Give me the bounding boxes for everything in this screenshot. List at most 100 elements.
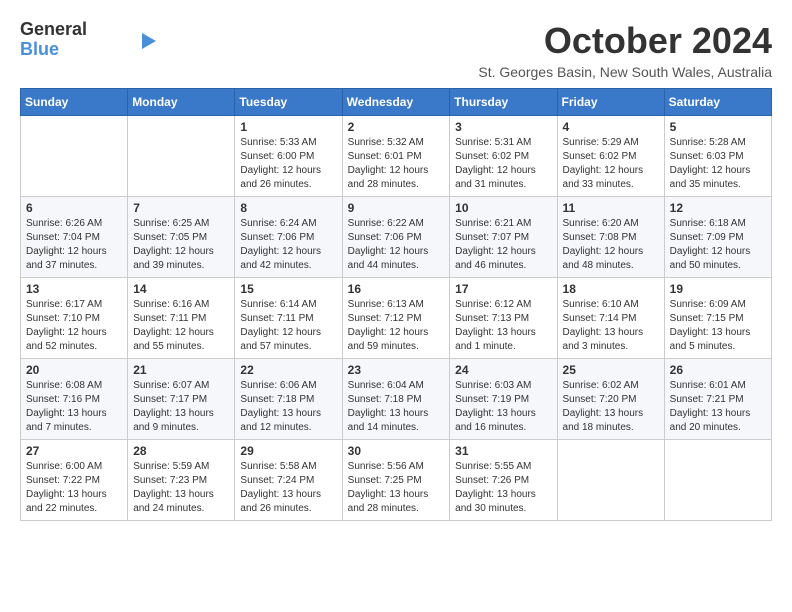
calendar-cell: 21 Sunrise: 6:07 AM Sunset: 7:17 PM Dayli… [128, 359, 235, 440]
calendar-cell: 25 Sunrise: 6:02 AM Sunset: 7:20 PM Dayli… [557, 359, 664, 440]
day-number: 22 [240, 363, 336, 377]
day-info: Sunrise: 5:28 AM Sunset: 6:03 PM Dayligh… [670, 136, 766, 192]
calendar-cell: 29 Sunrise: 5:58 AM Sunset: 7:24 PM Dayli… [235, 440, 342, 521]
day-info: Sunrise: 5:33 AM Sunset: 6:00 PM Dayligh… [240, 136, 336, 192]
calendar-cell: 15Sunrise: 6:14 AM Sunset: 7:11 PM Dayli… [235, 278, 342, 359]
calendar-cell: 24Sunrise: 6:03 AM Sunset: 7:19 PM Dayli… [450, 359, 557, 440]
day-info: Sunrise: 5:31 AM Sunset: 6:02 PM Dayligh… [455, 136, 551, 192]
calendar-cell: 10Sunrise: 6:21 AM Sunset: 7:07 PM Dayli… [450, 197, 557, 278]
calendar-cell: 7 Sunrise: 6:25 AM Sunset: 7:05 PM Daylig… [128, 197, 235, 278]
day-number: 14 [133, 282, 229, 296]
day-info: Sunrise: 6:16 AM Sunset: 7:11 PM Dayligh… [133, 298, 229, 354]
day-number: 5 [670, 120, 766, 134]
day-info: Sunrise: 6:09 AM Sunset: 7:15 PM Dayligh… [670, 298, 766, 354]
day-number: 21 [133, 363, 229, 377]
calendar-cell: 11 Sunrise: 6:20 AM Sunset: 7:08 PM Dayli… [557, 197, 664, 278]
logo-line2: Blue [20, 40, 87, 60]
day-info: Sunrise: 6:22 AM Sunset: 7:06 PM Dayligh… [348, 217, 445, 273]
day-of-week-header: Thursday [450, 89, 557, 116]
calendar-cell: 3 Sunrise: 5:31 AM Sunset: 6:02 PM Daylig… [450, 116, 557, 197]
logo: General Blue [20, 20, 156, 60]
day-number: 30 [348, 444, 445, 458]
calendar-cell: 12 Sunrise: 6:18 AM Sunset: 7:09 PM Dayli… [664, 197, 771, 278]
day-info: Sunrise: 6:26 AM Sunset: 7:04 PM Dayligh… [26, 217, 122, 273]
day-info: Sunrise: 6:06 AM Sunset: 7:18 PM Dayligh… [240, 379, 336, 435]
calendar-cell: 6Sunrise: 6:26 AM Sunset: 7:04 PM Daylig… [21, 197, 128, 278]
day-number: 29 [240, 444, 336, 458]
day-info: Sunrise: 5:29 AM Sunset: 6:02 PM Dayligh… [563, 136, 659, 192]
day-number: 18 [563, 282, 659, 296]
day-number: 1 [240, 120, 336, 134]
calendar-cell: 19 Sunrise: 6:09 AM Sunset: 7:15 PM Dayli… [664, 278, 771, 359]
day-info: Sunrise: 6:08 AM Sunset: 7:16 PM Dayligh… [26, 379, 122, 435]
day-number: 8 [240, 201, 336, 215]
calendar-cell: 22 Sunrise: 6:06 AM Sunset: 7:18 PM Dayli… [235, 359, 342, 440]
day-number: 19 [670, 282, 766, 296]
day-info: Sunrise: 6:02 AM Sunset: 7:20 PM Dayligh… [563, 379, 659, 435]
calendar-cell: 16 Sunrise: 6:13 AM Sunset: 7:12 PM Dayli… [342, 278, 450, 359]
month-title: October 2024 [478, 20, 772, 62]
day-number: 16 [348, 282, 445, 296]
calendar-cell: 4Sunrise: 5:29 AM Sunset: 6:02 PM Daylig… [557, 116, 664, 197]
day-info: Sunrise: 6:04 AM Sunset: 7:18 PM Dayligh… [348, 379, 445, 435]
day-of-week-header: Saturday [664, 89, 771, 116]
day-number: 15 [240, 282, 336, 296]
day-info: Sunrise: 6:20 AM Sunset: 7:08 PM Dayligh… [563, 217, 659, 273]
day-info: Sunrise: 6:01 AM Sunset: 7:21 PM Dayligh… [670, 379, 766, 435]
day-info: Sunrise: 6:13 AM Sunset: 7:12 PM Dayligh… [348, 298, 445, 354]
day-number: 12 [670, 201, 766, 215]
day-number: 23 [348, 363, 445, 377]
calendar-cell [664, 440, 771, 521]
day-number: 3 [455, 120, 551, 134]
day-info: Sunrise: 6:25 AM Sunset: 7:05 PM Dayligh… [133, 217, 229, 273]
calendar-cell [557, 440, 664, 521]
day-number: 11 [563, 201, 659, 215]
calendar-cell: 17 Sunrise: 6:12 AM Sunset: 7:13 PM Dayli… [450, 278, 557, 359]
calendar-header: SundayMondayTuesdayWednesdayThursdayFrid… [21, 89, 772, 116]
calendar-week-row: 1 Sunrise: 5:33 AM Sunset: 6:00 PM Daylig… [21, 116, 772, 197]
calendar-cell: 27 Sunrise: 6:00 AM Sunset: 7:22 PM Dayli… [21, 440, 128, 521]
calendar-cell: 23 Sunrise: 6:04 AM Sunset: 7:18 PM Dayli… [342, 359, 450, 440]
logo-line1: General [20, 20, 87, 40]
day-number: 26 [670, 363, 766, 377]
day-of-week-header: Wednesday [342, 89, 450, 116]
day-info: Sunrise: 6:00 AM Sunset: 7:22 PM Dayligh… [26, 460, 122, 516]
calendar-cell: 2Sunrise: 5:32 AM Sunset: 6:01 PM Daylig… [342, 116, 450, 197]
day-info: Sunrise: 6:24 AM Sunset: 7:06 PM Dayligh… [240, 217, 336, 273]
logo-arrow-icon [142, 33, 156, 49]
day-info: Sunrise: 6:18 AM Sunset: 7:09 PM Dayligh… [670, 217, 766, 273]
day-number: 31 [455, 444, 551, 458]
day-number: 25 [563, 363, 659, 377]
calendar-week-row: 20 Sunrise: 6:08 AM Sunset: 7:16 PM Dayli… [21, 359, 772, 440]
day-number: 13 [26, 282, 122, 296]
calendar-cell: 20 Sunrise: 6:08 AM Sunset: 7:16 PM Dayli… [21, 359, 128, 440]
calendar-cell: 1 Sunrise: 5:33 AM Sunset: 6:00 PM Daylig… [235, 116, 342, 197]
day-info: Sunrise: 6:21 AM Sunset: 7:07 PM Dayligh… [455, 217, 551, 273]
day-number: 7 [133, 201, 229, 215]
day-number: 28 [133, 444, 229, 458]
day-info: Sunrise: 5:58 AM Sunset: 7:24 PM Dayligh… [240, 460, 336, 516]
calendar-cell: 26 Sunrise: 6:01 AM Sunset: 7:21 PM Dayli… [664, 359, 771, 440]
calendar-cell: 13 Sunrise: 6:17 AM Sunset: 7:10 PM Dayli… [21, 278, 128, 359]
calendar-cell: 14 Sunrise: 6:16 AM Sunset: 7:11 PM Dayli… [128, 278, 235, 359]
calendar-week-row: 27 Sunrise: 6:00 AM Sunset: 7:22 PM Dayli… [21, 440, 772, 521]
day-info: Sunrise: 6:17 AM Sunset: 7:10 PM Dayligh… [26, 298, 122, 354]
day-number: 27 [26, 444, 122, 458]
day-number: 2 [348, 120, 445, 134]
day-info: Sunrise: 5:55 AM Sunset: 7:26 PM Dayligh… [455, 460, 551, 516]
days-of-week-row: SundayMondayTuesdayWednesdayThursdayFrid… [21, 89, 772, 116]
day-number: 17 [455, 282, 551, 296]
day-info: Sunrise: 5:56 AM Sunset: 7:25 PM Dayligh… [348, 460, 445, 516]
page-header: General Blue October 2024 St. Georges Ba… [20, 20, 772, 80]
day-info: Sunrise: 6:12 AM Sunset: 7:13 PM Dayligh… [455, 298, 551, 354]
day-number: 20 [26, 363, 122, 377]
calendar-cell: 5 Sunrise: 5:28 AM Sunset: 6:03 PM Daylig… [664, 116, 771, 197]
calendar-cell [128, 116, 235, 197]
calendar-cell: 30 Sunrise: 5:56 AM Sunset: 7:25 PM Dayli… [342, 440, 450, 521]
day-number: 24 [455, 363, 551, 377]
day-info: Sunrise: 5:59 AM Sunset: 7:23 PM Dayligh… [133, 460, 229, 516]
day-of-week-header: Friday [557, 89, 664, 116]
day-of-week-header: Monday [128, 89, 235, 116]
day-info: Sunrise: 6:07 AM Sunset: 7:17 PM Dayligh… [133, 379, 229, 435]
calendar-cell: 18Sunrise: 6:10 AM Sunset: 7:14 PM Dayli… [557, 278, 664, 359]
